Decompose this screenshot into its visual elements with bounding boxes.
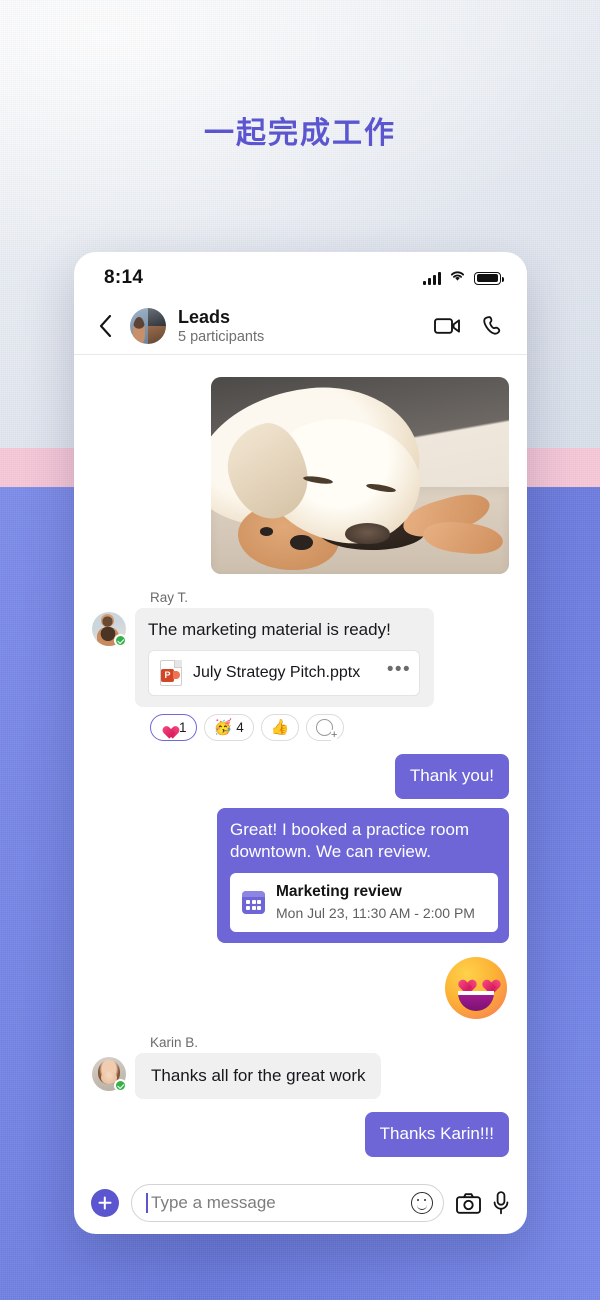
message-list[interactable]: Ray T. The marketing material is ready! … <box>74 355 527 1172</box>
file-attachment-card[interactable]: P July Strategy Pitch.pptx ••• <box>148 650 420 697</box>
more-options-icon[interactable]: ••• <box>387 660 411 681</box>
event-time: Mon Jul 23, 11:30 AM - 2:00 PM <box>276 904 475 921</box>
heart-eyes-emoji-sticker[interactable] <box>445 957 507 1020</box>
message-text: Great! I booked a practice room downtown… <box>230 819 470 862</box>
chat-participants-count: 5 participants <box>178 328 265 345</box>
message-thank-you-row: Thank you! <box>92 754 509 799</box>
cellular-signal-icon <box>423 271 441 285</box>
heart-eye-right-icon <box>479 974 496 989</box>
reaction-party-face[interactable]: 🥳 4 <box>203 714 254 742</box>
group-avatar-photos-2-3 <box>148 308 166 344</box>
add-attachment-button[interactable] <box>91 1189 119 1217</box>
reaction-heart[interactable]: 1 <box>150 714 197 742</box>
camera-button[interactable] <box>456 1192 481 1214</box>
add-reaction-button[interactable] <box>306 714 345 742</box>
wifi-icon <box>449 269 466 287</box>
message-sticker-row <box>92 957 507 1020</box>
message-image-dog[interactable] <box>211 377 509 574</box>
reaction-count: 1 <box>179 720 187 736</box>
phone-icon <box>483 315 501 335</box>
heart-icon <box>160 721 175 735</box>
message-sender-name: Ray T. <box>150 590 189 605</box>
status-bar-time: 8:14 <box>104 267 144 288</box>
message-bubble-incoming[interactable]: Thanks all for the great work <box>135 1053 382 1100</box>
message-ray: Ray T. The marketing material is ready! … <box>92 590 509 742</box>
emoji-smiley-icon[interactable] <box>411 1192 433 1214</box>
avatar[interactable] <box>92 1057 127 1093</box>
presence-available-icon <box>114 634 127 647</box>
message-bubble-outgoing-with-event[interactable]: Great! I booked a practice room downtown… <box>217 807 509 944</box>
video-call-button[interactable] <box>434 316 461 336</box>
presence-available-icon <box>114 1079 127 1093</box>
page-headline: 一起完成工作 <box>204 117 396 150</box>
message-body-row: Thanks all for the great work <box>92 1053 509 1100</box>
chat-header-actions <box>434 315 505 338</box>
message-photo-row <box>92 377 509 574</box>
message-thanks-karin-row: Thanks Karin!!! <box>92 1112 509 1157</box>
avatar[interactable] <box>92 612 127 647</box>
photo-dog-snout <box>345 522 390 545</box>
reaction-thumbs-up[interactable]: 👍 <box>260 714 300 742</box>
message-reactions: 1 🥳 4 👍 <box>150 714 509 742</box>
message-text: The marketing material is ready! <box>148 620 391 639</box>
powerpoint-file-icon: P <box>160 660 182 687</box>
chat-header: Leads 5 participants <box>74 298 527 355</box>
back-button[interactable] <box>92 311 118 341</box>
message-composer: Type a message <box>74 1172 527 1234</box>
message-sender-name: Karin B. <box>150 1035 199 1051</box>
camera-icon <box>456 1192 481 1214</box>
message-karin: Karin B. Thanks all for the great work <box>92 1035 509 1100</box>
thumbs-up-icon: 👍 <box>270 719 290 737</box>
battery-full-icon <box>474 271 505 285</box>
chat-header-text[interactable]: Leads 5 participants <box>178 307 422 345</box>
message-input-wrap[interactable]: Type a message <box>131 1184 444 1222</box>
group-avatar[interactable] <box>130 308 166 344</box>
event-card[interactable]: Marketing review Mon Jul 23, 11:30 AM - … <box>230 872 498 933</box>
heart-eye-left-icon <box>455 974 472 989</box>
message-bubble-incoming[interactable]: The marketing material is ready! P July … <box>135 608 434 708</box>
message-input-placeholder: Type a message <box>151 1193 276 1212</box>
microphone-icon <box>493 1191 509 1215</box>
add-reaction-icon <box>316 719 338 742</box>
status-bar-icons <box>423 269 505 287</box>
microphone-button[interactable] <box>493 1191 509 1215</box>
text-cursor <box>146 1193 148 1213</box>
event-title: Marketing review <box>276 882 402 900</box>
message-bubble-outgoing[interactable]: Thank you! <box>394 754 509 799</box>
calendar-icon <box>242 891 265 915</box>
group-avatar-photo-1 <box>130 308 148 344</box>
reaction-count: 4 <box>236 720 244 736</box>
sticker-mouth <box>458 991 494 1012</box>
party-face-icon: 🥳 <box>213 719 233 737</box>
chevron-left-icon <box>99 315 111 337</box>
audio-call-button[interactable] <box>483 315 505 338</box>
message-bubble-outgoing[interactable]: Thanks Karin!!! <box>364 1112 509 1157</box>
status-bar: 8:14 <box>74 252 527 298</box>
file-name: July Strategy Pitch.pptx <box>193 663 361 681</box>
phone-mockup: 8:14 Leads 5 participants Ray T. The mar… <box>74 252 527 1234</box>
chat-title: Leads <box>178 306 231 327</box>
message-event-row: Great! I booked a practice room downtown… <box>92 807 509 944</box>
event-details: Marketing review Mon Jul 23, 11:30 AM - … <box>276 883 475 922</box>
message-body-row: The marketing material is ready! P July … <box>92 608 509 708</box>
video-camera-icon <box>434 318 460 334</box>
